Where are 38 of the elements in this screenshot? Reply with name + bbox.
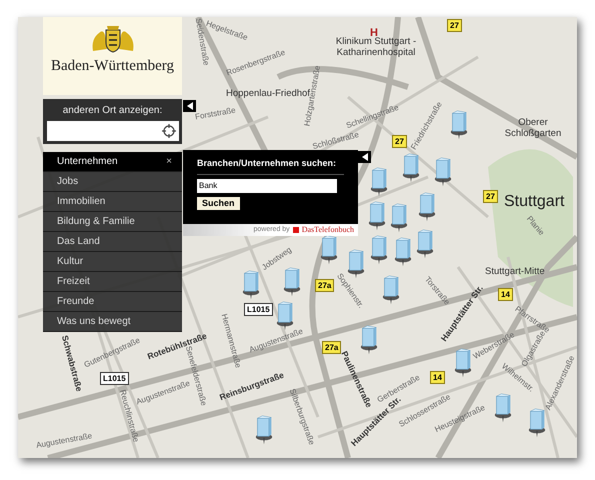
search-button[interactable]: Suchen <box>197 196 240 210</box>
crosshair-icon[interactable] <box>162 124 176 138</box>
road-number-badge: L1015 <box>100 372 129 385</box>
place-label: Stuttgart-Mitte <box>485 266 545 277</box>
place-label: Oberer Schloßgarten <box>504 117 562 139</box>
menu-item[interactable]: Was uns bewegt <box>43 312 182 332</box>
left-arrow-icon <box>186 102 192 110</box>
road-number-badge: 27 <box>447 19 462 32</box>
popup-title: Branchen/Unternehmen suchen: <box>197 157 344 174</box>
location-label: anderen Ort anzeigen: <box>62 104 162 118</box>
road-number-badge: 27a <box>315 279 334 292</box>
collapse-button[interactable] <box>183 100 196 112</box>
road-number-badge: 27 <box>392 135 407 148</box>
place-label: Klinikum Stuttgart - Katharinenhospital <box>334 36 418 58</box>
road-number-badge: 27a <box>322 341 342 354</box>
road-number-badge: 27 <box>483 190 498 203</box>
left-arrow-icon <box>362 153 368 161</box>
hospital-label: H <box>370 26 378 39</box>
menu-item[interactable]: Jobs <box>43 172 182 192</box>
logo-wordmark: Baden-Württemberg <box>50 57 174 76</box>
street-label: Forststraße <box>194 104 237 124</box>
menu-item[interactable]: Freunde <box>43 292 182 312</box>
close-button[interactable]: × <box>166 154 172 169</box>
road-number-badge: 14 <box>498 288 513 301</box>
road-number-badge: L1015 <box>244 303 273 316</box>
road-number-badge: 14 <box>430 371 445 384</box>
menu-item[interactable]: Immobilien <box>43 192 182 212</box>
brand-name: DasTelefonbuch <box>302 224 354 236</box>
location-input[interactable] <box>46 121 178 141</box>
menu-item[interactable]: Bildung & Familie <box>43 212 182 232</box>
menu-item[interactable]: Unternehmen × <box>43 152 182 172</box>
search-input[interactable]: Bank <box>197 178 337 192</box>
brand-logo-icon <box>292 227 299 233</box>
place-label: Stuttgart <box>504 192 564 212</box>
menu-item[interactable]: Kultur <box>43 252 182 272</box>
menu-item[interactable]: Das Land <box>43 232 182 252</box>
collapse-button[interactable] <box>358 151 371 163</box>
menu-item[interactable]: Freizeit <box>43 272 182 292</box>
